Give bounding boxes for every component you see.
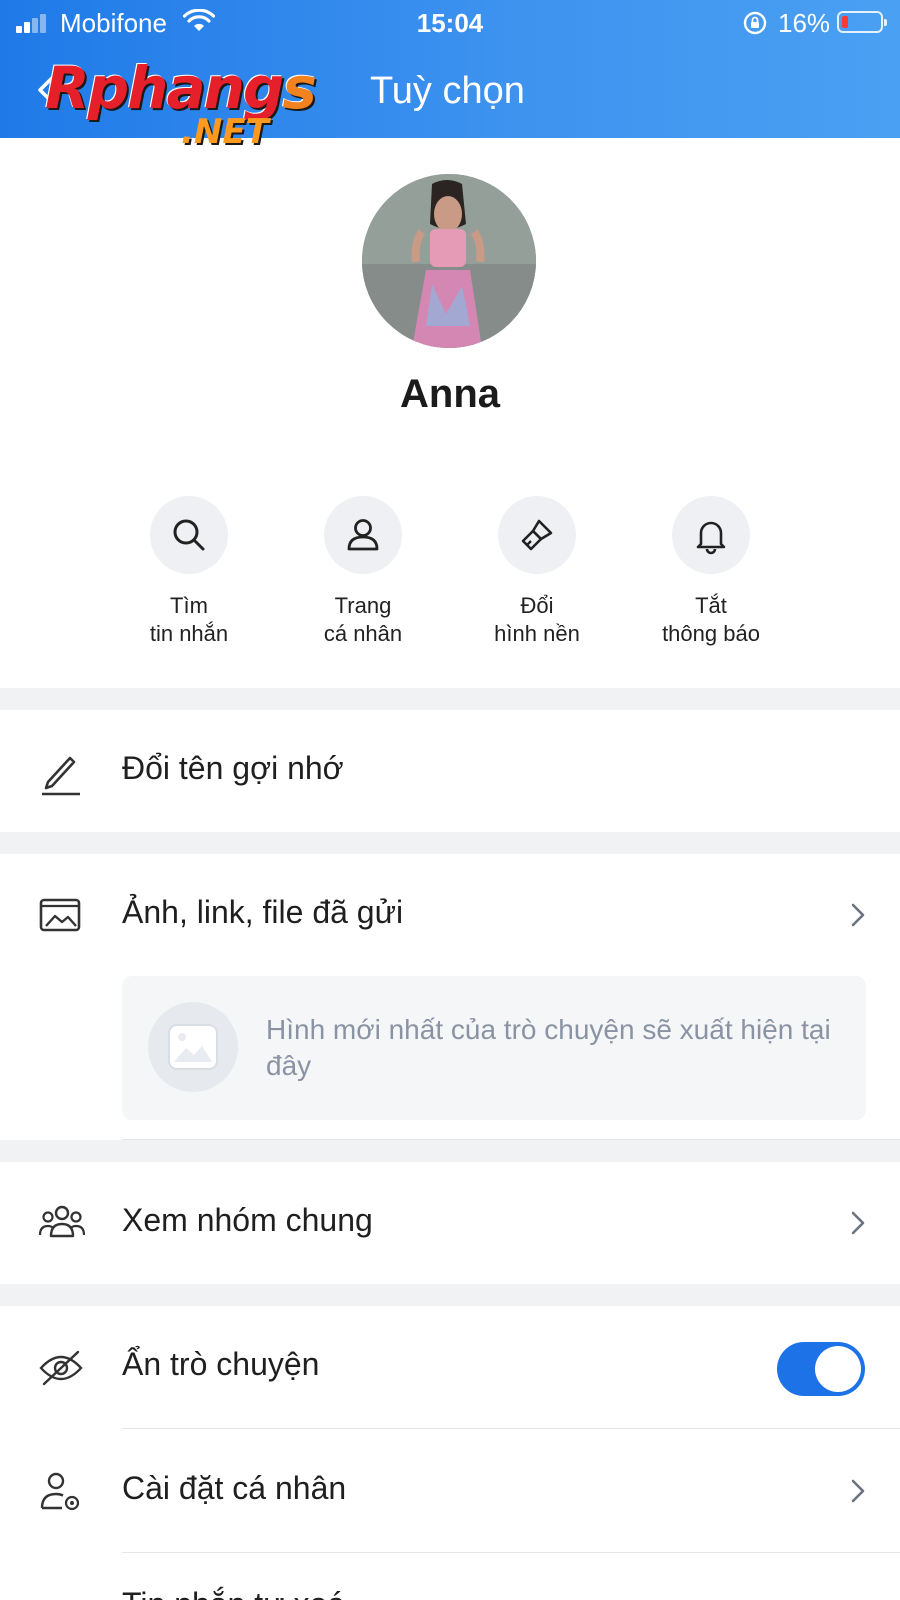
section-separator: [0, 688, 900, 710]
eye-off-icon: [39, 1350, 83, 1386]
divider: [122, 1552, 900, 1553]
quick-actions: Tìm tin nhắn Trang cá nhân Đổi hình nền: [0, 496, 900, 656]
common-groups-label: Xem nhóm chung: [122, 1202, 373, 1238]
chevron-right-icon: [851, 903, 865, 927]
section-separator: [0, 1140, 900, 1162]
divider: [122, 1428, 900, 1429]
section-separator: [0, 832, 900, 854]
watermark-line2: .NET: [181, 112, 269, 152]
rename-row[interactable]: Đổi tên gợi nhớ: [0, 710, 900, 832]
image-placeholder-icon: [148, 1002, 238, 1092]
paint-brush-icon: [521, 519, 553, 551]
auto-delete-row[interactable]: Tin nhắn tự xoá: [0, 1554, 900, 1600]
action-label: thông báo: [662, 621, 760, 646]
action-label: Trang: [334, 593, 392, 618]
group-icon: [38, 1205, 86, 1238]
action-change-background[interactable]: Đổi hình nền: [457, 496, 617, 648]
avatar[interactable]: [362, 174, 536, 348]
action-profile[interactable]: Trang cá nhân: [283, 496, 443, 648]
action-label: Tắt: [695, 593, 727, 618]
media-empty-placeholder: Hình mới nhất của trò chuyện sẽ xuất hiệ…: [122, 976, 866, 1120]
action-label: hình nền: [494, 621, 580, 646]
hide-chat-toggle[interactable]: [777, 1342, 865, 1396]
chevron-right-icon: [851, 1479, 865, 1503]
action-label: tin nhắn: [149, 621, 229, 646]
status-bar: Mobifone 15:04 16%: [0, 0, 900, 44]
pencil-icon: [42, 756, 80, 796]
auto-delete-label: Tin nhắn tự xoá: [122, 1586, 345, 1600]
user-icon: [347, 519, 379, 551]
watermark-line1: Rphangs: [45, 54, 317, 122]
hide-chat-label: Ẩn trò chuyện: [122, 1346, 320, 1382]
rotation-lock-icon: [743, 11, 767, 35]
image-folder-icon: [39, 898, 81, 932]
bell-icon: [696, 521, 726, 555]
hide-chat-row: Ẩn trò chuyện: [0, 1306, 900, 1428]
search-icon: [173, 519, 205, 551]
personal-settings-label: Cài đặt cá nhân: [122, 1470, 347, 1506]
contact-name: Anna: [400, 372, 500, 416]
action-label: Tìm: [170, 593, 208, 618]
action-label: cá nhân: [323, 621, 403, 646]
page-title: Tuỳ chọn: [370, 70, 525, 112]
chevron-right-icon: [851, 1211, 865, 1235]
common-groups-row[interactable]: Xem nhóm chung: [0, 1162, 900, 1284]
action-search-messages[interactable]: Tìm tin nhắn: [109, 496, 269, 648]
battery-icon: [837, 11, 887, 33]
watermark-logo: Rphangs .NET: [45, 54, 317, 158]
toggle-knob: [815, 1346, 861, 1392]
rename-label: Đổi tên gợi nhớ: [122, 750, 344, 786]
personal-settings-row[interactable]: Cài đặt cá nhân: [0, 1430, 900, 1552]
media-label: Ảnh, link, file đã gửi: [122, 894, 404, 930]
action-label: Đổi: [520, 593, 554, 618]
media-empty-message: Hình mới nhất của trò chuyện sẽ xuất hiệ…: [266, 1014, 831, 1081]
section-separator: [0, 1284, 900, 1306]
action-mute-notifications[interactable]: Tắt thông báo: [631, 496, 791, 648]
battery-percent: 16%: [778, 8, 831, 38]
avatar-photo: [362, 174, 536, 348]
user-settings-icon: [40, 1472, 80, 1511]
